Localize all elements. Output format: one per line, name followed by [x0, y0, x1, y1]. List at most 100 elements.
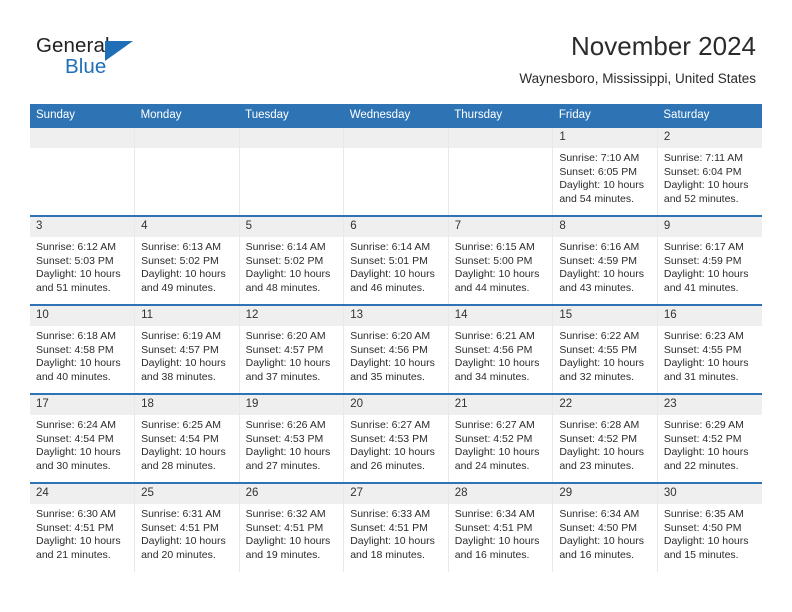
daylight-text: Daylight: 10 hours and 16 minutes. — [559, 535, 644, 561]
sunset-text: Sunset: 4:56 PM — [454, 343, 533, 356]
calendar-day-cell[interactable]: 16 Sunrise: 6:23 AM Sunset: 4:55 PM Dayligh… — [657, 304, 762, 394]
calendar-day-cell[interactable]: 11 Sunrise: 6:19 AM Sunset: 4:57 PM Dayligh… — [134, 304, 240, 394]
sunrise-text: Sunrise: 7:10 AM — [559, 152, 640, 164]
sunrise-text: Sunrise: 6:33 AM — [350, 508, 431, 520]
day-details: Sunrise: 6:21 AM Sunset: 4:56 PM Daylight:… — [449, 326, 553, 384]
sunrise-text: Sunrise: 6:18 AM — [36, 330, 116, 342]
sunset-text: Sunset: 4:53 PM — [350, 432, 428, 445]
page-title: November 2024 — [571, 31, 756, 61]
day-number — [135, 128, 239, 148]
calendar-day-cell[interactable]: 1 Sunrise: 7:10 AM Sunset: 6:05 PM Daylight… — [552, 126, 658, 216]
calendar-day-cell[interactable]: 21 Sunrise: 6:27 AM Sunset: 4:52 PM Dayligh… — [448, 393, 554, 483]
daylight-text: Daylight: 10 hours and 41 minutes. — [663, 268, 749, 294]
day-number: 8 — [553, 217, 657, 237]
daylight-text: Daylight: 10 hours and 22 minutes. — [663, 446, 749, 472]
calendar-day-cell[interactable]: 29 Sunrise: 6:34 AM Sunset: 4:50 PM Dayligh… — [552, 482, 658, 572]
day-number: 12 — [239, 306, 344, 326]
logo-text-general: General — [36, 34, 110, 57]
daylight-text: Daylight: 10 hours and 34 minutes. — [454, 357, 540, 383]
day-number: 20 — [344, 395, 448, 415]
weekday-header-saturday: Saturday — [657, 104, 762, 127]
day-details: Sunrise: 6:27 AM Sunset: 4:53 PM Daylight:… — [344, 415, 448, 473]
calendar-day-cell[interactable]: 19 Sunrise: 6:26 AM Sunset: 4:53 PM Dayligh… — [239, 393, 345, 483]
sunrise-text: Sunrise: 6:34 AM — [559, 508, 640, 520]
weekday-header-sunday: Sunday — [30, 104, 135, 127]
sunset-text: Sunset: 4:57 PM — [141, 343, 219, 356]
calendar-day-cell[interactable]: 14 Sunrise: 6:21 AM Sunset: 4:56 PM Dayligh… — [448, 304, 554, 394]
calendar-day-cell[interactable]: 18 Sunrise: 6:25 AM Sunset: 4:54 PM Dayligh… — [134, 393, 240, 483]
calendar-day-cell[interactable]: 12 Sunrise: 6:20 AM Sunset: 4:57 PM Dayligh… — [239, 304, 345, 394]
sunset-text: Sunset: 5:02 PM — [141, 254, 219, 267]
day-number: 29 — [553, 484, 657, 504]
sunset-text: Sunset: 4:57 PM — [245, 343, 324, 356]
daylight-text: Daylight: 10 hours and 38 minutes. — [141, 357, 226, 383]
day-number: 30 — [657, 484, 762, 504]
sunrise-text: Sunrise: 6:30 AM — [36, 508, 116, 520]
sunset-text: Sunset: 4:52 PM — [559, 432, 637, 445]
calendar-day-cell[interactable]: 3 Sunrise: 6:12 AM Sunset: 5:03 PM Daylight… — [30, 215, 136, 305]
calendar-table: Sunday Monday Tuesday Wednesday Thursday… — [30, 104, 762, 572]
calendar-day-cell[interactable]: 17 Sunrise: 6:24 AM Sunset: 4:54 PM Dayligh… — [30, 393, 136, 483]
calendar-day-cell[interactable]: 2 Sunrise: 7:11 AM Sunset: 6:04 PM Daylight… — [657, 126, 762, 216]
calendar-week-row: 17 Sunrise: 6:24 AM Sunset: 4:54 PM Dayligh… — [30, 393, 762, 483]
page-header: General Blue November 2024 Waynesboro, M… — [0, 0, 792, 104]
sunset-text: Sunset: 6:05 PM — [559, 165, 637, 178]
daylight-text: Daylight: 10 hours and 43 minutes. — [559, 268, 644, 294]
sunrise-text: Sunrise: 6:22 AM — [559, 330, 640, 342]
daylight-text: Daylight: 10 hours and 44 minutes. — [454, 268, 540, 294]
calendar-day-cell[interactable]: 27 Sunrise: 6:33 AM Sunset: 4:51 PM Dayligh… — [343, 482, 449, 572]
sunset-text: Sunset: 4:58 PM — [36, 343, 114, 356]
day-number — [344, 128, 448, 148]
sunset-text: Sunset: 6:04 PM — [663, 165, 742, 178]
calendar-day-cell[interactable]: 8 Sunrise: 6:16 AM Sunset: 4:59 PM Daylight… — [552, 215, 658, 305]
day-details: Sunrise: 6:13 AM Sunset: 5:02 PM Daylight:… — [135, 237, 239, 295]
calendar-day-cell[interactable]: 25 Sunrise: 6:31 AM Sunset: 4:51 PM Dayligh… — [134, 482, 240, 572]
calendar-day-cell[interactable]: 15 Sunrise: 6:22 AM Sunset: 4:55 PM Dayligh… — [552, 304, 658, 394]
daylight-text: Daylight: 10 hours and 37 minutes. — [245, 357, 331, 383]
calendar-day-cell[interactable]: 6 Sunrise: 6:14 AM Sunset: 5:01 PM Daylight… — [343, 215, 449, 305]
day-details: Sunrise: 6:15 AM Sunset: 5:00 PM Daylight:… — [449, 237, 553, 295]
weekday-header-thursday: Thursday — [448, 104, 553, 127]
calendar-day-cell[interactable]: 24 Sunrise: 6:30 AM Sunset: 4:51 PM Dayligh… — [30, 482, 136, 572]
sunrise-text: Sunrise: 6:32 AM — [245, 508, 326, 520]
calendar-day-cell[interactable]: 30 Sunrise: 6:35 AM Sunset: 4:50 PM Dayligh… — [657, 482, 762, 572]
sunset-text: Sunset: 5:03 PM — [36, 254, 114, 267]
sunrise-text: Sunrise: 6:24 AM — [36, 419, 116, 431]
sunrise-text: Sunrise: 6:20 AM — [245, 330, 326, 342]
calendar-week-row: 10 Sunrise: 6:18 AM Sunset: 4:58 PM Dayligh… — [30, 304, 762, 394]
day-number: 28 — [448, 484, 553, 504]
day-number: 14 — [448, 306, 553, 326]
calendar-day-cell[interactable]: 23 Sunrise: 6:29 AM Sunset: 4:52 PM Dayligh… — [657, 393, 762, 483]
calendar-day-cell[interactable]: 28 Sunrise: 6:34 AM Sunset: 4:51 PM Dayligh… — [448, 482, 554, 572]
calendar-day-cell[interactable]: 22 Sunrise: 6:28 AM Sunset: 4:52 PM Dayligh… — [552, 393, 658, 483]
day-number: 11 — [135, 306, 239, 326]
calendar-day-cell[interactable]: 13 Sunrise: 6:20 AM Sunset: 4:56 PM Dayligh… — [343, 304, 449, 394]
calendar-day-cell[interactable]: 10 Sunrise: 6:18 AM Sunset: 4:58 PM Dayligh… — [30, 304, 136, 394]
sunset-text: Sunset: 4:51 PM — [141, 521, 219, 534]
sunrise-text: Sunrise: 6:29 AM — [663, 419, 744, 431]
sunset-text: Sunset: 5:02 PM — [245, 254, 324, 267]
calendar-day-cell[interactable]: 26 Sunrise: 6:32 AM Sunset: 4:51 PM Dayligh… — [239, 482, 345, 572]
day-details: Sunrise: 6:34 AM Sunset: 4:50 PM Daylight:… — [553, 504, 657, 562]
calendar-day-cell[interactable]: 4 Sunrise: 6:13 AM Sunset: 5:02 PM Daylight… — [134, 215, 240, 305]
sunset-text: Sunset: 4:50 PM — [663, 521, 742, 534]
daylight-text: Daylight: 10 hours and 40 minutes. — [36, 357, 121, 383]
calendar-day-cell[interactable]: 5 Sunrise: 6:14 AM Sunset: 5:02 PM Daylight… — [239, 215, 345, 305]
sunset-text: Sunset: 5:00 PM — [454, 254, 533, 267]
day-number — [30, 128, 135, 148]
calendar-day-cell[interactable]: 20 Sunrise: 6:27 AM Sunset: 4:53 PM Dayligh… — [343, 393, 449, 483]
calendar-day-cell[interactable]: 7 Sunrise: 6:15 AM Sunset: 5:00 PM Daylight… — [448, 215, 554, 305]
day-number: 3 — [30, 217, 135, 237]
sunrise-text: Sunrise: 6:19 AM — [141, 330, 222, 342]
calendar-day-cell[interactable]: 9 Sunrise: 6:17 AM Sunset: 4:59 PM Daylight… — [657, 215, 762, 305]
daylight-text: Daylight: 10 hours and 46 minutes. — [350, 268, 435, 294]
sunset-text: Sunset: 4:51 PM — [350, 521, 428, 534]
day-details: Sunrise: 6:29 AM Sunset: 4:52 PM Daylight:… — [658, 415, 762, 473]
sunrise-text: Sunrise: 6:28 AM — [559, 419, 640, 431]
day-details: Sunrise: 6:34 AM Sunset: 4:51 PM Daylight:… — [449, 504, 553, 562]
sunset-text: Sunset: 4:51 PM — [245, 521, 324, 534]
general-blue-logo: General Blue — [36, 34, 236, 88]
sunset-text: Sunset: 4:51 PM — [454, 521, 533, 534]
sunrise-text: Sunrise: 6:23 AM — [663, 330, 744, 342]
daylight-text: Daylight: 10 hours and 31 minutes. — [663, 357, 749, 383]
